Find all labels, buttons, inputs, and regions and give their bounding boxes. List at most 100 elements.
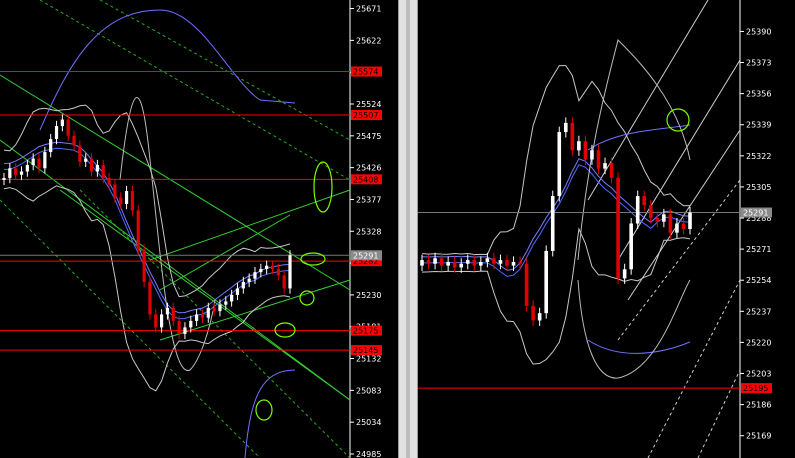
candle-body-42 <box>247 278 251 282</box>
candle-body-24 <box>142 249 146 282</box>
candle-19 <box>544 245 548 319</box>
candle-19 <box>113 179 117 203</box>
candle-17 <box>531 300 535 326</box>
candle-body-34 <box>200 314 205 318</box>
candle-body-19 <box>544 250 548 314</box>
panel-splitter[interactable] <box>398 0 418 458</box>
y-tick-label-1: 25373 <box>746 59 771 68</box>
candle-39 <box>675 218 679 239</box>
candle-28 <box>603 157 607 175</box>
candle-body-15 <box>518 261 522 264</box>
candle-2 <box>433 252 437 270</box>
candle-body-48 <box>282 275 286 289</box>
candle-9 <box>479 256 483 272</box>
candle-body-39 <box>675 223 679 233</box>
y-tick-label-0: 25390 <box>746 27 771 36</box>
candle-body-41 <box>688 212 692 229</box>
splitter-grip[interactable] <box>406 0 410 458</box>
candle-25 <box>148 276 152 320</box>
candle-body-1 <box>426 260 431 264</box>
y-tick-label-12: 25186 <box>746 401 771 410</box>
candle-49 <box>288 250 292 294</box>
trend-line-dashed-0 <box>647 279 741 458</box>
candle-18 <box>537 307 542 326</box>
candle-34 <box>642 190 647 211</box>
candle-9 <box>54 120 59 145</box>
left-price-chart[interactable]: 2567125622255732552425475254262537725328… <box>0 0 398 458</box>
candle-8 <box>49 133 53 158</box>
trend-line-dashed-1 <box>697 369 741 458</box>
y-tick-label-10: 25220 <box>746 338 771 347</box>
candle-body-30 <box>616 177 620 279</box>
trend-line-solid-0 <box>0 74 351 291</box>
candle-body-29 <box>171 307 175 321</box>
trend-line-solid-4 <box>159 214 291 291</box>
candle-body-37 <box>662 214 666 222</box>
candle-body-36 <box>212 307 216 312</box>
envelope-curve-1 <box>577 279 691 379</box>
candle-body-3 <box>19 171 24 175</box>
candle-body-18 <box>107 178 111 185</box>
candle-2 <box>14 163 18 180</box>
y-tick-label-5: 25426 <box>356 164 381 173</box>
y-tick-label-1: 25622 <box>356 36 381 45</box>
candle-24 <box>142 244 146 288</box>
trend-line-dashed-1 <box>79 189 351 458</box>
trend-line-solid-0 <box>587 0 709 201</box>
candle-body-46 <box>270 265 275 269</box>
candle-body-49 <box>288 255 292 289</box>
candle-body-35 <box>648 205 653 219</box>
candle-body-25 <box>583 141 588 160</box>
y-tick-label-9: 25230 <box>356 291 381 300</box>
candle-29 <box>609 157 614 184</box>
candle-24 <box>577 135 581 156</box>
current-price-tag-label: 25291 <box>743 209 768 218</box>
indicator-curve-0 <box>587 339 691 354</box>
indicator-curve-1 <box>39 9 296 131</box>
candle-body-9 <box>54 126 59 140</box>
candle-36 <box>655 212 660 228</box>
y-tick-label-6: 25377 <box>356 195 381 204</box>
candle-5 <box>452 256 457 273</box>
candle-body-25 <box>148 281 152 315</box>
candle-body-5 <box>31 158 35 166</box>
candle-12 <box>72 130 76 151</box>
candle-body-12 <box>72 135 76 146</box>
candle-44 <box>259 263 263 278</box>
candle-body-11 <box>66 119 70 136</box>
candle-body-23 <box>570 122 575 151</box>
candle-33 <box>635 190 640 229</box>
candle-11 <box>66 114 70 142</box>
highlight-ellipse-right <box>666 108 690 132</box>
candle-body-8 <box>472 260 477 266</box>
candle-0 <box>2 172 6 186</box>
lower-envelope-line <box>421 227 691 365</box>
trend-channel-solid <box>0 74 351 401</box>
candle-body-4 <box>446 261 450 266</box>
candle-41 <box>241 276 245 294</box>
candle-3 <box>439 252 444 272</box>
candle-body-44 <box>259 268 263 273</box>
candle-14 <box>84 153 88 167</box>
chart-workspace: 2567125622255732552425475254262537725328… <box>0 0 795 458</box>
y-tick-label-7: 25271 <box>746 245 771 254</box>
candle-13 <box>505 254 509 272</box>
candle-body-27 <box>159 314 164 328</box>
candles <box>2 114 292 340</box>
indicator-curve-0 <box>244 369 296 458</box>
candle-13 <box>78 140 82 167</box>
candle-31 <box>183 322 187 340</box>
candle-body-47 <box>276 268 280 276</box>
candle-body-33 <box>195 314 199 321</box>
right-price-chart[interactable]: 2539025373253562533925322253052528825271… <box>418 0 795 458</box>
candle-body-5 <box>452 261 457 268</box>
candle-23 <box>136 205 140 255</box>
level-tag-label-0: 25574 <box>353 68 378 77</box>
candle-45 <box>265 260 269 275</box>
trend-line-solid-2 <box>59 189 351 401</box>
candle-32 <box>629 218 633 275</box>
candle-body-0 <box>2 178 6 180</box>
candle-4 <box>446 256 450 272</box>
candle-body-16 <box>524 263 529 306</box>
candle-body-16 <box>95 165 99 172</box>
